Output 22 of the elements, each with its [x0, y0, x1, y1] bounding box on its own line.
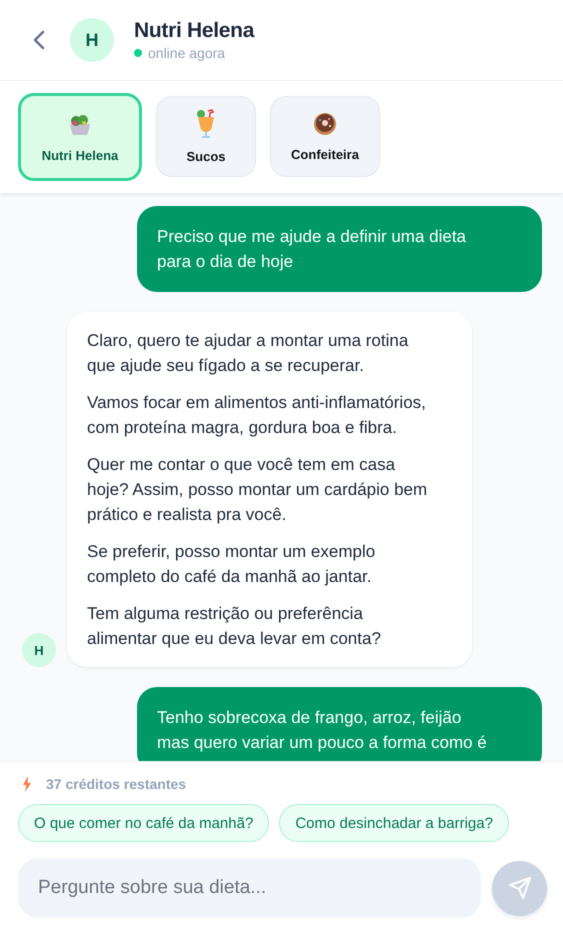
assistant-tab[interactable]: Nutri Helena [18, 93, 142, 181]
message-text: Tem alguma restrição ou preferência alimentar que eu deva levar em conta? [87, 603, 382, 650]
message-text: Tenho sobrecoxa de frango, arroz, feijão mas quero variar um pouco a forma como é [157, 707, 488, 754]
back-icon [32, 29, 46, 51]
message-text: Claro, quero te ajudar a montar uma rotina que ajude seu fígado a se recuperar. [87, 330, 410, 377]
message-text: Preciso que me ajude a definir uma dieta para o dia de hoje [157, 226, 468, 273]
juice-glass-icon [195, 109, 217, 139]
avatar: H [70, 18, 114, 62]
donut-icon [312, 111, 338, 137]
avatar: H [22, 633, 56, 667]
message-text: Quer me contar o que você tem em casa hoje? Assim, posso montar um cardápio bem prático e realista pra você. [87, 454, 428, 526]
message-text: Se preferir, posso montar um exemplo completo do café da manhã ao jantar. [87, 541, 376, 588]
assistant-tab[interactable]: Sucos [156, 96, 256, 177]
credits-text: 37 créditos restantes [46, 776, 186, 792]
suggestion-chip[interactable]: Como desinchadar a barriga? [279, 804, 509, 842]
status-text: online agora [148, 45, 226, 61]
send-icon [508, 876, 532, 900]
contact-name: Nutri Helena [134, 19, 254, 43]
lightning-icon [22, 776, 32, 792]
assistant-tab[interactable]: Confeiteira [270, 96, 380, 177]
suggestion-chip[interactable]: O que comer no café da manhã? [18, 804, 270, 842]
message-text: Vamos focar em alimentos anti-inflamatórios, com proteína magra, gordura boa e fibra. [87, 392, 427, 439]
